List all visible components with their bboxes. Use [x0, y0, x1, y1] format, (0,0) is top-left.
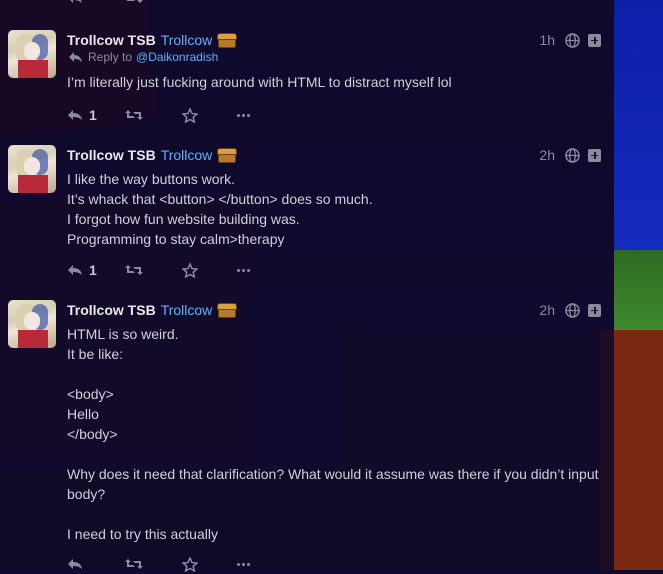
display-name[interactable]: Trollcow TSB	[67, 32, 156, 48]
reply-count: 1	[89, 262, 97, 278]
reply-icon	[68, 559, 82, 569]
more-button[interactable]	[237, 268, 267, 272]
favorite-button[interactable]	[182, 262, 237, 278]
retweet-button[interactable]	[125, 109, 182, 121]
reply-icon	[68, 110, 82, 120]
tweet-line: </body>	[67, 426, 118, 442]
more-icon	[237, 562, 250, 566]
avatar[interactable]	[8, 30, 56, 78]
tweet-line: <body>	[67, 386, 114, 402]
tweet-header: Trollcow TSB Trollcow	[67, 145, 238, 165]
avatar[interactable]	[8, 145, 56, 193]
tweet-header: Trollcow TSB Trollcow	[67, 300, 238, 320]
reply-button[interactable]	[67, 558, 125, 570]
retweet-icon	[125, 110, 143, 120]
tweet-line: It’s whack that <button> </button> does …	[67, 191, 373, 207]
more-icon	[237, 268, 250, 272]
tweet-meta: 1h	[539, 30, 601, 50]
reply-icon	[70, 0, 82, 3]
reply-icon	[68, 265, 82, 275]
tweet-line	[67, 364, 607, 384]
favorite-button[interactable]	[182, 107, 237, 123]
retweet-icon	[125, 559, 143, 569]
reply-to-handle[interactable]: @Daikonradish	[136, 50, 218, 64]
display-name[interactable]: Trollcow TSB	[67, 147, 156, 163]
tweet-line: I forgot how fun website building was.	[67, 211, 300, 227]
plus-box-icon[interactable]	[588, 33, 601, 47]
treasure-chest-icon	[217, 303, 238, 318]
previous-tweet-actions	[67, 0, 182, 8]
star-icon	[182, 556, 198, 572]
globe-icon	[565, 302, 580, 318]
tweet-line	[67, 444, 607, 464]
timeline-column: Trollcow TSB Trollcow 1h Reply to @Daiko…	[0, 0, 614, 572]
tweet-line: body?	[67, 486, 106, 502]
tweet-line: I like the way buttons work.	[67, 171, 236, 187]
tweet-meta: 2h	[539, 145, 601, 165]
tweet-text: HTML is so weird. It be like: <body> Hel…	[67, 324, 607, 544]
tweet-meta: 2h	[539, 300, 601, 320]
tweet-line: It be like:	[67, 346, 124, 362]
reply-button[interactable]	[67, 0, 125, 4]
more-button[interactable]	[237, 562, 267, 566]
reply-button[interactable]: 1	[67, 107, 125, 123]
tweet-actions: 1	[67, 105, 267, 125]
display-name[interactable]: Trollcow TSB	[67, 302, 156, 318]
treasure-chest-icon	[217, 148, 238, 163]
retweet-icon	[127, 0, 143, 3]
tweet-actions	[67, 554, 267, 574]
star-icon	[182, 262, 198, 278]
plus-box-icon[interactable]	[588, 303, 601, 317]
tweet-line: Hello	[67, 406, 99, 422]
globe-icon	[565, 147, 580, 163]
plus-box-icon[interactable]	[588, 148, 601, 162]
reply-button[interactable]: 1	[67, 262, 125, 278]
timestamp[interactable]: 2h	[539, 302, 555, 318]
star-icon	[182, 107, 198, 123]
tweet-line: I need to try this actually	[67, 526, 218, 542]
more-icon	[237, 113, 250, 117]
tweet-line: I’m literally just fucking around with H…	[67, 74, 452, 90]
reply-to-label: Reply to	[88, 50, 133, 64]
username[interactable]: Trollcow	[161, 32, 213, 48]
globe-icon	[565, 32, 580, 48]
more-button[interactable]	[237, 113, 267, 117]
avatar[interactable]	[8, 300, 56, 348]
tweet-header: Trollcow TSB Trollcow	[67, 30, 238, 50]
treasure-chest-icon	[217, 33, 238, 48]
tweet-text: I’m literally just fucking around with H…	[67, 72, 607, 92]
tweet-line: Why does it need that clarification? Wha…	[67, 466, 599, 482]
timestamp[interactable]: 1h	[539, 32, 555, 48]
retweet-icon	[125, 265, 143, 275]
tweet-line	[67, 504, 607, 524]
tweet-line: Programming to stay calm>therapy	[67, 231, 285, 247]
reply-arrow-icon	[69, 52, 82, 62]
username[interactable]: Trollcow	[161, 302, 213, 318]
reply-count: 1	[89, 107, 97, 123]
tweet-line: HTML is so weird.	[67, 326, 179, 342]
retweet-button[interactable]	[125, 0, 182, 4]
tweet-text: I like the way buttons work. It’s whack …	[67, 169, 607, 249]
timestamp[interactable]: 2h	[539, 147, 555, 163]
username[interactable]: Trollcow	[161, 147, 213, 163]
retweet-button[interactable]	[125, 264, 182, 276]
favorite-button[interactable]	[182, 556, 237, 572]
reply-context: Reply to @Daikonradish	[69, 50, 218, 64]
retweet-button[interactable]	[125, 558, 182, 570]
tweet-actions: 1	[67, 260, 267, 280]
